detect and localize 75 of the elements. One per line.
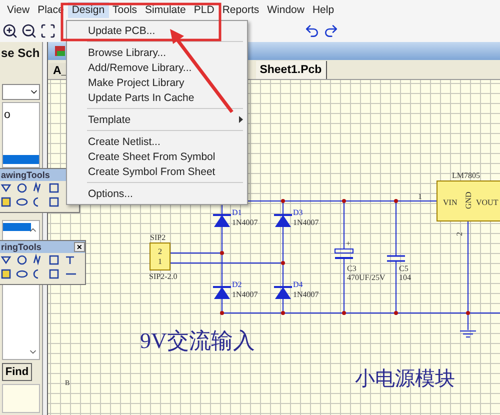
list-item[interactable]: o bbox=[3, 103, 39, 143]
redo-icon[interactable] bbox=[323, 23, 339, 39]
junction-dot bbox=[220, 251, 224, 255]
library-list[interactable]: o bbox=[2, 102, 40, 168]
menu-entry[interactable]: Template bbox=[67, 112, 247, 127]
ground-symbol bbox=[460, 330, 476, 338]
polarity-mark: + bbox=[346, 239, 351, 248]
diode-ref: D2 bbox=[232, 280, 242, 289]
junction-dot bbox=[342, 311, 346, 315]
library-dropdown[interactable] bbox=[2, 84, 40, 100]
junction-dot bbox=[281, 261, 285, 265]
menu-item[interactable]: View bbox=[3, 2, 34, 18]
submenu-arrow-icon bbox=[239, 116, 243, 123]
menu-entry[interactable]: Browse Library... bbox=[67, 45, 247, 60]
junction-dot bbox=[342, 199, 346, 203]
diode-symbol bbox=[213, 214, 231, 227]
menu-entry[interactable]: Update Parts In Cache bbox=[67, 90, 247, 105]
zoom-fit-icon[interactable] bbox=[40, 23, 56, 39]
junction-dot bbox=[281, 199, 285, 203]
menu-item[interactable]: Simulate bbox=[141, 2, 190, 18]
find-button[interactable]: Find bbox=[2, 363, 32, 381]
circuit-label: 9V交流输入 bbox=[140, 328, 255, 353]
pin-number: 2 bbox=[455, 232, 464, 236]
connector-ref: SIP2 bbox=[150, 233, 166, 242]
menu-item[interactable]: Window bbox=[263, 2, 308, 18]
diode-symbol bbox=[274, 214, 292, 227]
connector-body bbox=[150, 242, 170, 270]
diode-ref: D1 bbox=[232, 208, 242, 217]
document-tab[interactable]: Sheet1.Pcb bbox=[256, 61, 327, 79]
menu-entry[interactable]: Create Symbol From Sheet bbox=[67, 164, 247, 179]
polarized-capacitor-symbol bbox=[334, 248, 354, 259]
palette-title: ringTools bbox=[1, 242, 42, 252]
pin-label: VOUT bbox=[476, 198, 498, 207]
capacitor-ref: C3 bbox=[347, 264, 356, 273]
junction-dot bbox=[394, 199, 398, 203]
menu-item[interactable]: PLD bbox=[190, 2, 218, 18]
pin-label: VIN bbox=[443, 198, 458, 207]
undo-icon[interactable] bbox=[304, 23, 320, 39]
pin-number: 2 bbox=[158, 247, 162, 256]
junction-dot bbox=[466, 311, 470, 315]
document-icon bbox=[54, 45, 66, 57]
capacitor-symbol bbox=[387, 255, 405, 262]
diode-value: 1N4007 bbox=[293, 218, 319, 227]
connector-footprint: SIP2-2.0 bbox=[149, 272, 178, 281]
circuit-label: 小电源模块 bbox=[355, 368, 455, 390]
junction-dot bbox=[394, 311, 398, 315]
capacitor-value: 104 bbox=[399, 273, 411, 282]
panel-title: se Sch bbox=[0, 45, 41, 62]
preview-area bbox=[2, 384, 40, 413]
junction-dot bbox=[281, 311, 285, 315]
palette-title: awingTools bbox=[1, 170, 50, 180]
menu-entry[interactable]: Options... bbox=[67, 186, 247, 201]
menu-item[interactable]: Tools bbox=[108, 2, 142, 18]
diode-value: 1N4007 bbox=[232, 290, 258, 299]
capacitor-value: 470UF/25V bbox=[347, 273, 386, 282]
junction-dot bbox=[220, 311, 224, 315]
close-button[interactable]: × bbox=[74, 242, 85, 252]
menu-item[interactable]: Help bbox=[308, 2, 338, 18]
regulator-ref: LM7805 bbox=[452, 171, 480, 180]
zoom-in-icon[interactable] bbox=[2, 23, 18, 39]
menu-item[interactable]: Reports bbox=[218, 2, 264, 18]
pin-number: 1 bbox=[418, 192, 422, 201]
diode-value: 1N4007 bbox=[232, 218, 258, 227]
capacitor-ref: C5 bbox=[399, 264, 408, 273]
diode-symbol bbox=[274, 286, 292, 299]
diode-ref: D3 bbox=[293, 208, 303, 217]
pin-number: 1 bbox=[158, 257, 162, 266]
regulator-body bbox=[436, 180, 500, 222]
pin-label: GND bbox=[464, 192, 473, 209]
diode-value: 1N4007 bbox=[293, 290, 319, 299]
diode-ref: D4 bbox=[293, 280, 303, 289]
menu-entry[interactable]: Create Sheet From Symbol bbox=[67, 149, 247, 164]
menu-entry[interactable]: Create Netlist... bbox=[67, 134, 247, 149]
zoom-out-icon[interactable] bbox=[21, 23, 37, 39]
diode-symbol bbox=[213, 286, 231, 299]
